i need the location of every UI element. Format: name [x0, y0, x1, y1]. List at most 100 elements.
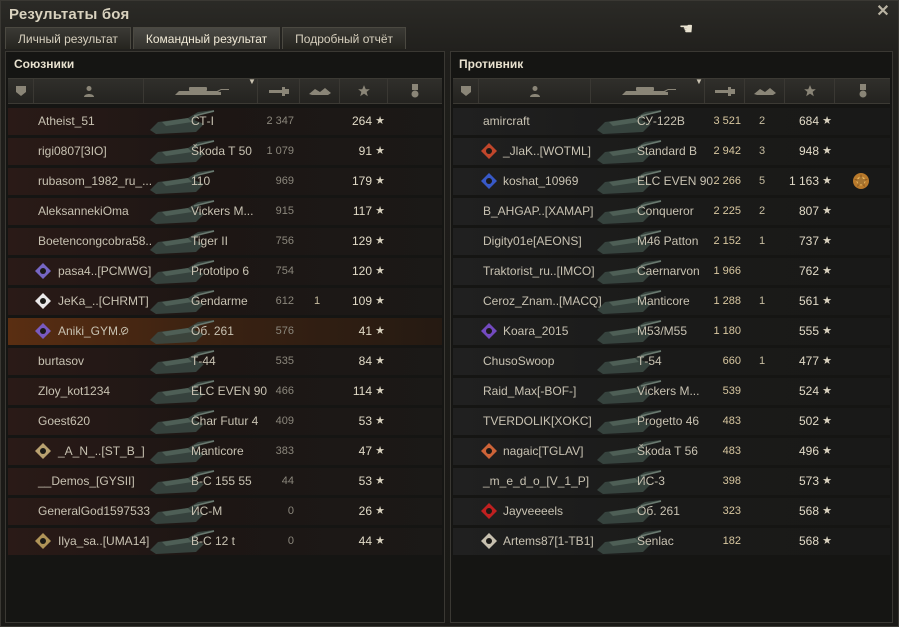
experience-value: 26: [358, 504, 372, 518]
tank-name: Senlac: [637, 534, 674, 548]
allies-player-row[interactable]: Ilya_sa..[UMA14] В-С 12 t 0 44 ★: [8, 528, 442, 555]
enemies-player-row[interactable]: Ceroz_Znam..[MACQ] Manticore 1 288 1 561 ★: [453, 288, 890, 315]
header-kills-icon[interactable]: [300, 79, 340, 103]
player-name: Goest620: [38, 414, 91, 428]
header-player-icon[interactable]: [479, 79, 591, 103]
allies-player-row[interactable]: Aniki_GYM.. ⊘ Об. 261 576 41 ★: [8, 318, 442, 345]
damage-value: 2 266: [713, 175, 741, 187]
header-squad-icon[interactable]: [8, 79, 34, 103]
kills-value: [747, 258, 777, 285]
experience-value: 114: [352, 384, 372, 398]
player-name: Digity01e[AEONS]: [483, 234, 582, 248]
header-experience-star-icon[interactable]: [785, 79, 835, 103]
allies-column-header: ▼: [8, 78, 442, 104]
allies-player-row[interactable]: burtasov Т-44 535 84 ★: [8, 348, 442, 375]
header-squad-icon[interactable]: [453, 79, 479, 103]
player-name: __Demos_[GYSII]: [38, 474, 135, 488]
enemies-clan-emblem-icon: [481, 443, 497, 459]
enemies-player-row[interactable]: _JlaK..[WOTML] Standard B 2 942 3 948 ★: [453, 138, 890, 165]
experience-star-icon: ★: [822, 265, 832, 277]
damage-value: 44: [281, 475, 294, 487]
allies-player-row[interactable]: Zloy_kot1234 ELC EVEN 90 466 114 ★: [8, 378, 442, 405]
header-medal-icon[interactable]: [388, 79, 442, 103]
experience-value: 561: [798, 294, 819, 308]
enemies-player-row[interactable]: Jayveeeels Об. 261 323 568 ★: [453, 498, 890, 525]
header-tank-icon[interactable]: ▼: [591, 78, 705, 103]
enemies-player-row[interactable]: Koara_2015 M53/M55 1 180 555 ★: [453, 318, 890, 345]
enemies-player-row[interactable]: Digity01e[AEONS] M46 Patton 2 152 1 737 ★: [453, 228, 890, 255]
player-name: Koara_2015: [503, 324, 569, 338]
experience-value: 41: [358, 324, 372, 338]
tank-name: СУ-122В: [637, 114, 685, 128]
kills-value: [747, 378, 777, 405]
tab-team-result[interactable]: Командный результат: [132, 27, 281, 49]
experience-value: 684: [798, 114, 819, 128]
hand-cursor-icon: ☚: [679, 21, 694, 38]
enemies-player-row[interactable]: Artems87[1-TB1] Senlac 182 568 ★: [453, 528, 890, 555]
kills-value: [747, 468, 777, 495]
damage-value: 2 347: [266, 115, 294, 127]
experience-star-icon: ★: [822, 535, 832, 547]
header-player-icon[interactable]: [34, 79, 144, 103]
allies-player-row[interactable]: Goest620 Char Futur 4 409 53 ★: [8, 408, 442, 435]
player-name: Raid_Max[-BOF-]: [483, 384, 577, 398]
allies-panel: Союзники ▼ Atheist_51 СТ-I 2 347 264 ★ rigi08…: [5, 51, 445, 623]
tab-detailed-report[interactable]: Подробный отчёт: [282, 27, 407, 49]
enemies-clan-emblem-icon: [481, 533, 497, 549]
header-tank-icon[interactable]: ▼: [144, 77, 258, 103]
experience-star-icon: ★: [375, 325, 385, 337]
close-icon[interactable]: ✕: [874, 3, 892, 21]
tank-name: M46 Patton: [637, 234, 699, 248]
allies-player-row[interactable]: Atheist_51 СТ-I 2 347 264 ★: [8, 108, 442, 135]
enemies-clan-emblem-icon: [481, 323, 497, 339]
tank-name: Conqueror: [637, 204, 694, 218]
allies-player-row[interactable]: rubasom_1982_ru_... 110 969 179 ★: [8, 168, 442, 195]
player-name: GeneralGod1597533: [38, 504, 151, 518]
allies-player-row[interactable]: pasa4..[PCMWG] Prototipo 6 754 120 ★: [8, 258, 442, 285]
player-icon: [83, 86, 94, 97]
header-medal-icon[interactable]: [835, 79, 890, 103]
player-name: Boetencongcobra58..: [38, 234, 153, 248]
enemies-player-row[interactable]: Raid_Max[-BOF-] Vickers M... 539 524 ★: [453, 378, 890, 405]
enemies-player-row[interactable]: ChusoSwoop Т-54 660 1 477 ★: [453, 348, 890, 375]
allies-title: Союзники: [14, 57, 75, 71]
experience-value: 120: [351, 264, 372, 278]
enemies-player-row[interactable]: koshat_10969 ELC EVEN 90 2 266 5 1 163 ★: [453, 168, 890, 195]
experience-star-icon: ★: [375, 385, 385, 397]
enemies-player-row[interactable]: _m_e_d_o_[V_1_P] ИС-3 398 573 ★: [453, 468, 890, 495]
experience-value: 477: [798, 354, 819, 368]
enemies-player-row[interactable]: TVERDOLIK[XOKC] Progetto 46 483 502 ★: [453, 408, 890, 435]
tank-name: Т-54: [637, 354, 662, 368]
allies-player-row[interactable]: rigi0807[3IO] Škoda T 50 1 079 91 ★: [8, 138, 442, 165]
enemies-player-row[interactable]: Traktorist_ru..[IMCO] Caernarvon 1 966 762 ★: [453, 258, 890, 285]
kills-icon: [308, 88, 331, 95]
experience-star-icon: ★: [822, 475, 832, 487]
allies-player-row[interactable]: Boetencongcobra58.. Tiger II 756 129 ★: [8, 228, 442, 255]
enemies-player-row[interactable]: nagaic[TGLAV] Škoda T 56 483 496 ★: [453, 438, 890, 465]
sort-arrow-icon: ▼: [248, 77, 256, 86]
allies-player-row[interactable]: _A_N_..[ST_B_] Manticore 383 47 ★: [8, 438, 442, 465]
header-damage-icon[interactable]: [705, 79, 745, 103]
allies-clan-emblem-icon: [35, 263, 51, 279]
experience-star-icon: ★: [375, 205, 385, 217]
header-kills-icon[interactable]: [745, 79, 785, 103]
experience-value: 496: [798, 444, 819, 458]
player-name: amircraft: [483, 114, 530, 128]
tank-name: Manticore: [637, 294, 690, 308]
tab-personal-result[interactable]: Личный результат: [5, 27, 131, 49]
player-name: rigi0807[3IO]: [38, 144, 107, 158]
player-icon: [529, 86, 540, 97]
enemies-player-row[interactable]: amircraft СУ-122В 3 521 2 684 ★: [453, 108, 890, 135]
allies-player-row[interactable]: AleksannekiOma Vickers M... 915 117 ★: [8, 198, 442, 225]
player-name: Artems87[1-TB1]: [503, 534, 594, 548]
header-experience-star-icon[interactable]: [340, 79, 388, 103]
allies-player-row[interactable]: __Demos_[GYSII] В-С 155 55 44 53 ★: [8, 468, 442, 495]
header-damage-icon[interactable]: [258, 79, 300, 103]
enemies-player-row[interactable]: B_AHGAP..[XAMAP] Conqueror 2 225 2 807 ★: [453, 198, 890, 225]
achievement-medal-icon[interactable]: [851, 171, 871, 191]
allies-player-row[interactable]: JeKa_..[CHRMT] Gendarme 612 1 109 ★: [8, 288, 442, 315]
allies-player-row[interactable]: GeneralGod1597533 ИС-М 0 26 ★: [8, 498, 442, 525]
experience-star-icon: ★: [822, 505, 832, 517]
experience-star-icon: ★: [822, 325, 832, 337]
player-name: koshat_10969: [503, 174, 579, 188]
